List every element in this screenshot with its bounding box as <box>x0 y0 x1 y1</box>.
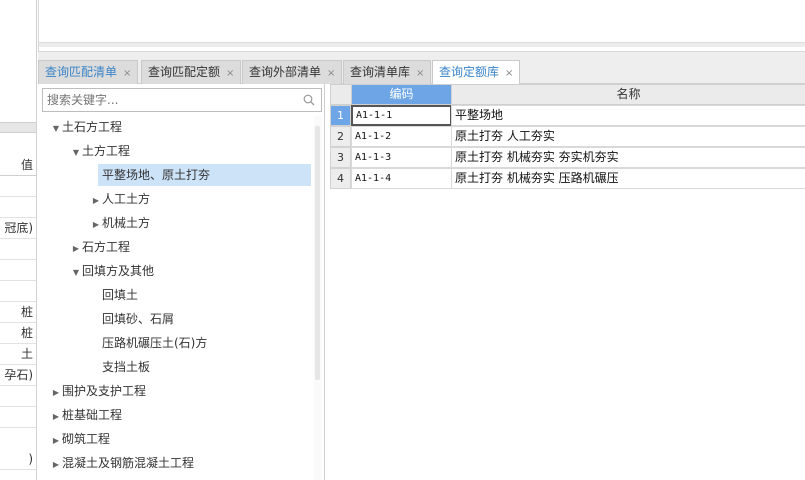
tab-label: 查询清单库 <box>350 65 411 79</box>
tree-node[interactable]: ▶ 围护及支护工程 <box>50 380 146 402</box>
tree-node[interactable]: ▼ 土方工程 <box>70 140 130 162</box>
tree-node[interactable]: ▶ 混凝土及钢筋混凝土工程 <box>50 452 194 474</box>
tree-node-selected[interactable]: 平整场地、原土打夯 <box>98 164 311 186</box>
tab-query-external-list[interactable]: 查询外部清单 × <box>242 60 343 84</box>
expand-toggle-icon[interactable]: ▼ <box>70 142 82 164</box>
close-icon[interactable]: × <box>416 68 424 79</box>
left-panel-cell[interactable]: 桩 <box>0 323 36 344</box>
grid-corner[interactable] <box>330 84 352 105</box>
column-header-code[interactable]: 编码 <box>351 84 452 105</box>
left-panel-cell[interactable]: ) <box>0 449 36 470</box>
category-tree: ▼ 土石方工程 ▼ 土方工程 平整场地、原土打夯 ▶ 人工土方 ▶ 机械土方 ▶ 石方工程… <box>38 116 314 480</box>
tree-node[interactable]: 支挡土板 <box>102 356 150 378</box>
left-panel-cell[interactable] <box>0 386 36 407</box>
grid-cell-name[interactable]: 原土打夯 机械夯实 压路机碾压 <box>451 168 805 189</box>
tab-query-matched-list[interactable]: 查询匹配清单 × <box>38 60 139 84</box>
horizontal-scrollbar[interactable] <box>39 42 805 47</box>
row-header[interactable]: 3 <box>330 147 351 168</box>
expand-toggle-icon[interactable]: ▶ <box>50 382 62 404</box>
expand-toggle-icon[interactable]: ▶ <box>70 238 82 260</box>
grid-cell-name[interactable]: 原土打夯 人工夯实 <box>451 126 805 147</box>
tree-node[interactable]: 回填土 <box>102 284 138 306</box>
tree-node[interactable]: ▶ 桩基础工程 <box>50 404 122 426</box>
tree-scrollbar-thumb[interactable] <box>315 126 320 380</box>
query-tab-bar: 查询匹配清单 × 查询匹配定额 × 查询外部清单 × 查询清单库 × 查询定额库 × <box>38 52 805 85</box>
tab-query-list-library[interactable]: 查询清单库 × <box>343 60 432 84</box>
expand-toggle-icon[interactable]: ▼ <box>70 262 82 284</box>
tree-node[interactable]: 回填砂、石屑 <box>102 308 174 330</box>
row-header[interactable]: 4 <box>330 168 351 189</box>
left-panel-cell[interactable]: 孕石) <box>0 365 36 386</box>
grid-cell-name[interactable]: 原土打夯 机械夯实 夯实机夯实 <box>451 147 805 168</box>
expand-toggle-icon[interactable]: ▶ <box>90 214 102 236</box>
app-window: 值 冠底) 桩 桩 土 孕石) ) 查询匹配清单 × 查询匹配定额 × 查询外部清单… <box>0 0 805 480</box>
category-tree-panel: ▼土石方工程 ▼土方工程 平整场地、原土打夯 ▶人工土方 ▶机械土方 ▶石方工程… <box>38 84 325 480</box>
left-panel-cell[interactable]: 冠底) <box>0 218 36 239</box>
close-icon[interactable]: × <box>123 68 131 79</box>
tab-label: 查询匹配定额 <box>148 65 221 79</box>
row-header[interactable]: 1 <box>330 105 351 126</box>
tab-label: 查询定额库 <box>439 65 500 79</box>
left-panel-cell[interactable]: 土 <box>0 344 36 365</box>
left-panel-partial: 值 冠底) 桩 桩 土 孕石) ) <box>0 0 37 480</box>
close-icon[interactable]: × <box>226 68 234 79</box>
tree-node[interactable]: ▼ 回填方及其他 <box>70 260 154 282</box>
tree-node[interactable]: ▶ 砌筑工程 <box>50 428 110 450</box>
search-input[interactable] <box>43 89 293 111</box>
grid-cell-code[interactable]: A1-1-4 <box>351 168 452 189</box>
tree-node[interactable]: ▼ 土石方工程 <box>50 116 122 138</box>
top-panel <box>38 0 805 52</box>
search-icon[interactable] <box>303 94 315 106</box>
column-header-name[interactable]: 名称 <box>451 84 805 105</box>
left-panel-cell[interactable] <box>0 407 36 428</box>
tree-node[interactable]: ▶ 人工土方 <box>90 188 150 210</box>
tree-node[interactable]: ▶ 机械土方 <box>90 212 150 234</box>
left-panel-cell[interactable]: 桩 <box>0 302 36 323</box>
expand-toggle-icon[interactable]: ▼ <box>50 118 62 140</box>
expand-toggle-icon[interactable]: ▶ <box>90 190 102 212</box>
tab-query-matched-quota[interactable]: 查询匹配定额 × <box>141 60 242 84</box>
grid-cell-code[interactable]: A1-1-2 <box>351 126 452 147</box>
tab-query-quota-library[interactable]: 查询定额库 × <box>432 60 521 85</box>
expand-toggle-icon[interactable]: ▶ <box>50 430 62 452</box>
row-header[interactable]: 2 <box>330 126 351 147</box>
grid-cell-code[interactable]: A1-1-1 <box>351 105 452 126</box>
left-panel-column-header: 值 <box>0 155 36 176</box>
close-icon[interactable]: × <box>505 68 513 79</box>
left-panel-cell[interactable] <box>0 176 36 197</box>
tree-node[interactable]: 压路机碾压土(石)方 <box>102 332 207 354</box>
tab-label: 查询外部清单 <box>249 65 322 79</box>
left-panel-cell[interactable] <box>0 260 36 281</box>
close-icon[interactable]: × <box>327 68 335 79</box>
grid-cell-code[interactable]: A1-1-3 <box>351 147 452 168</box>
left-panel-cell[interactable] <box>0 281 36 302</box>
tab-label: 查询匹配清单 <box>45 65 118 79</box>
left-panel-cell[interactable] <box>0 197 36 218</box>
expand-toggle-icon[interactable]: ▶ <box>50 406 62 428</box>
grid-cell-name[interactable]: 平整场地 <box>451 105 805 126</box>
expand-toggle-icon[interactable]: ▶ <box>50 454 62 476</box>
quota-grid: 编码 名称 1 A1-1-1 平整场地 2 A1-1-2 原土打夯 人工夯实 3… <box>330 84 805 480</box>
tree-node[interactable]: ▶ 石方工程 <box>70 236 130 258</box>
search-box <box>42 88 322 112</box>
left-panel-cell[interactable] <box>0 239 36 260</box>
left-panel-header-bar <box>0 122 36 133</box>
